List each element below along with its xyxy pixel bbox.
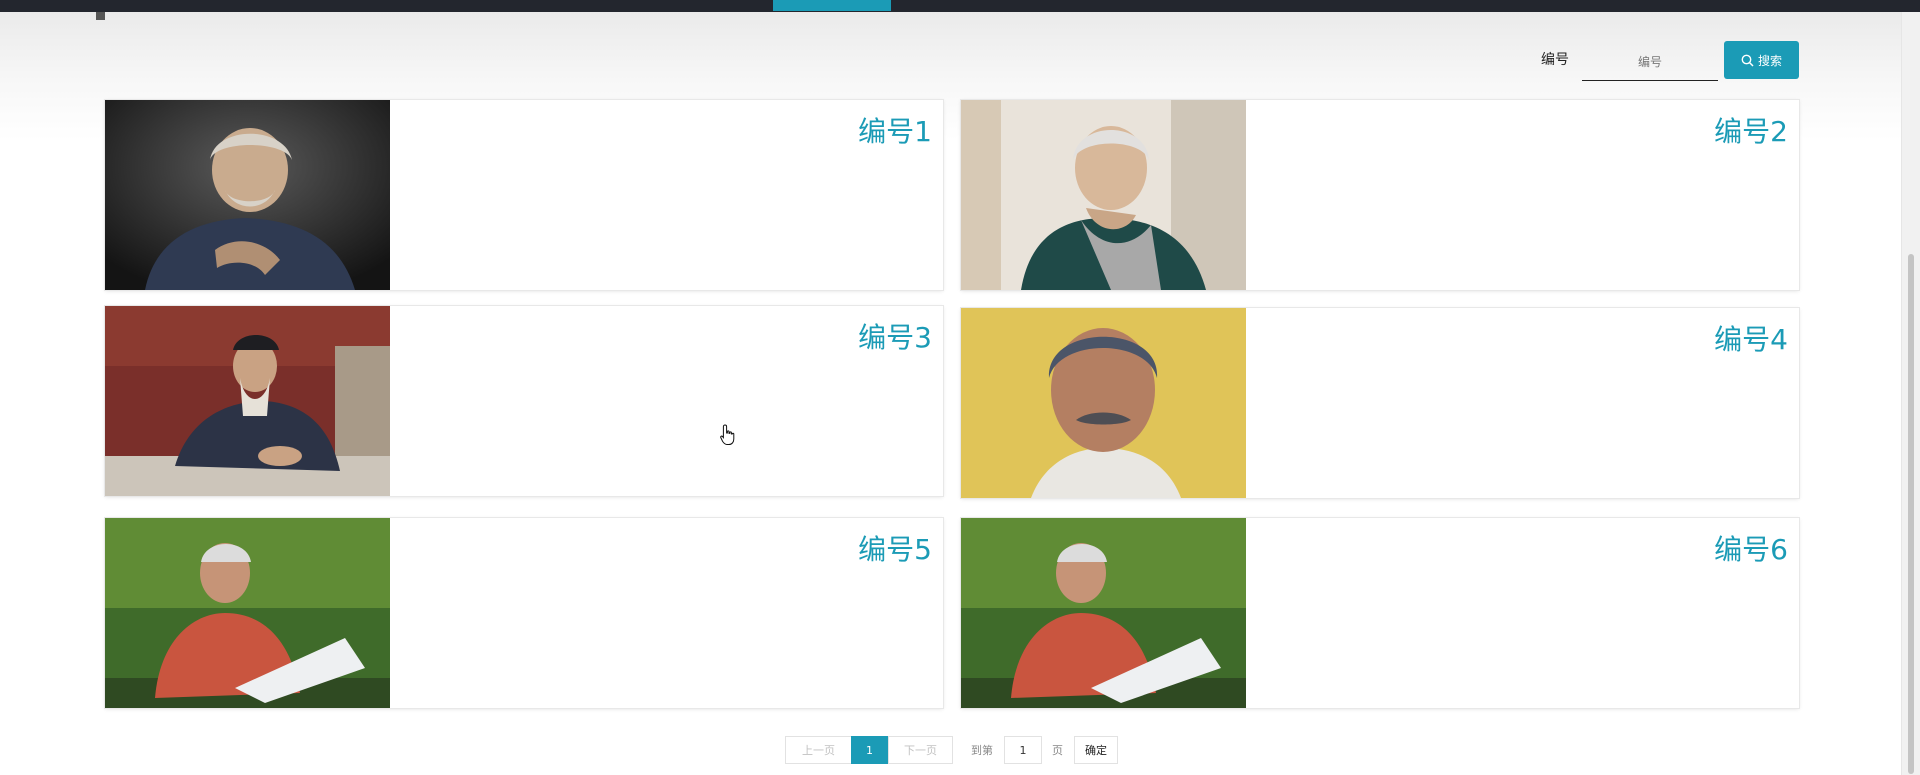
search-label: 编号 [1541, 52, 1569, 68]
card-title: 编号6 [1714, 533, 1788, 566]
record-card[interactable]: 编号1 [105, 100, 943, 290]
card-title: 编号5 [858, 533, 932, 566]
top-nav-bar [0, 0, 1920, 12]
elderly-woman-smiling-photo [961, 100, 1246, 290]
search-button-label: 搜索 [1757, 53, 1782, 68]
record-card[interactable]: 编号3 [105, 306, 943, 496]
record-card[interactable]: 编号4 [961, 308, 1799, 498]
scrollbar-thumb[interactable] [1908, 254, 1914, 774]
record-card[interactable]: 编号2 [961, 100, 1799, 290]
elderly-man-reading-photo [961, 518, 1246, 708]
card-title: 编号4 [1714, 323, 1788, 356]
next-page-button[interactable]: 下一页 [888, 736, 953, 764]
elderly-man-reading-photo [105, 518, 390, 708]
confirm-button[interactable]: 确定 [1074, 736, 1118, 764]
elderly-man-mustache-photo [961, 308, 1246, 498]
hand-pointer-icon [720, 424, 736, 450]
record-card[interactable]: 编号5 [105, 518, 943, 708]
prev-page-button[interactable]: 上一页 [785, 736, 852, 764]
card-title: 编号1 [858, 115, 932, 148]
card-title: 编号3 [858, 321, 932, 354]
nav-corner-marker [96, 12, 105, 20]
page-unit-label: 页 [1052, 744, 1063, 757]
record-card[interactable]: 编号6 [961, 518, 1799, 708]
search-button[interactable]: 搜索 [1724, 41, 1799, 79]
vertical-scrollbar[interactable] [1901, 12, 1920, 775]
card-title: 编号2 [1714, 115, 1788, 148]
goto-label: 到第 [971, 744, 993, 757]
nav-active-tab[interactable] [773, 0, 891, 11]
page: 编号 搜索 编号1 [0, 0, 1920, 775]
search-input[interactable] [1582, 44, 1718, 81]
goto-page-input[interactable] [1004, 736, 1042, 764]
search-icon [1741, 54, 1754, 67]
current-page[interactable]: 1 [851, 736, 888, 764]
elderly-man-writing-photo [105, 306, 390, 496]
elderly-man-portrait-photo [105, 100, 390, 290]
